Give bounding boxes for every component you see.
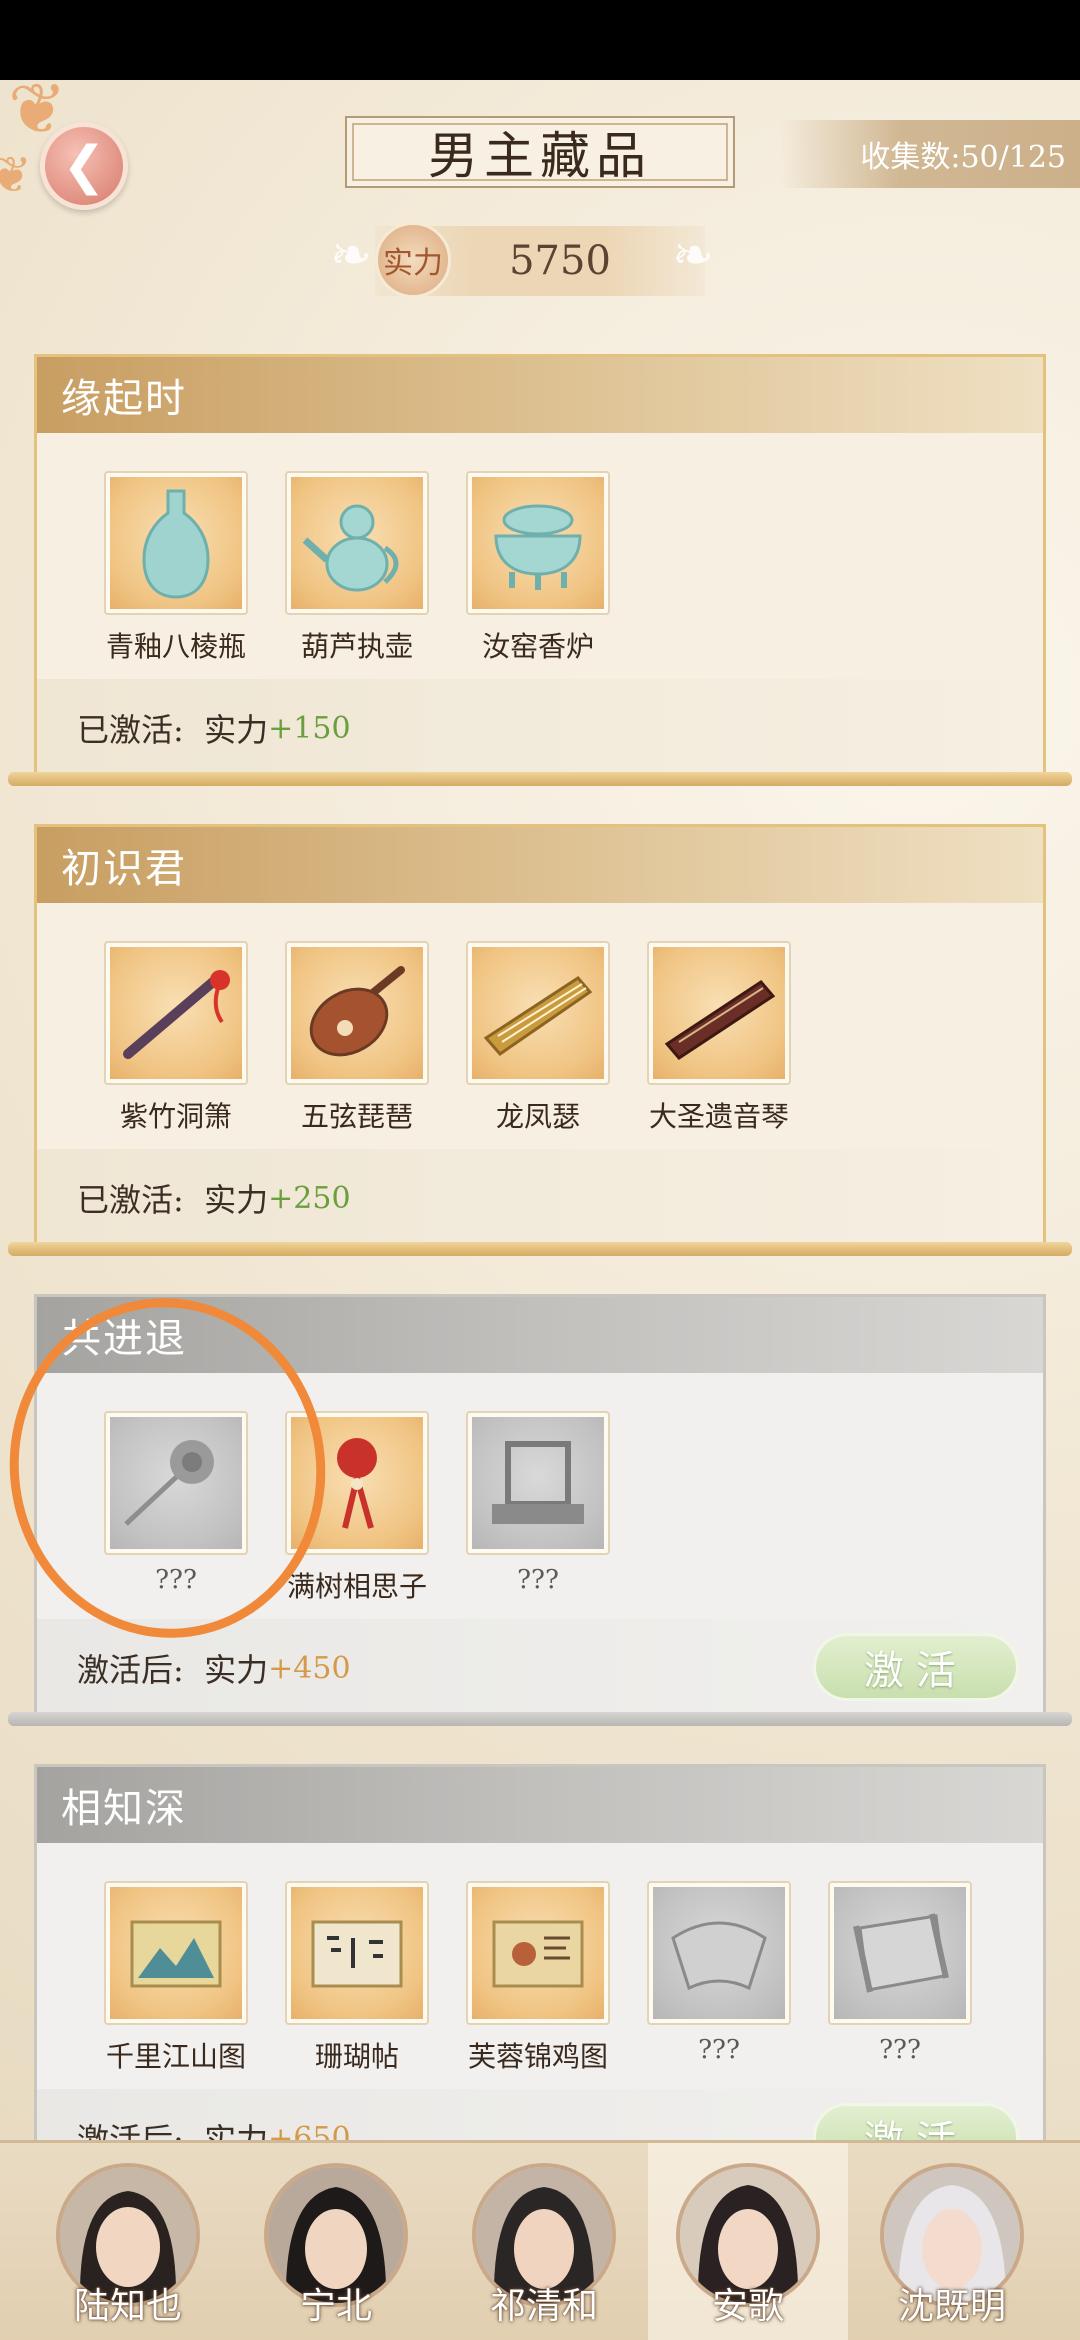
pipa-icon bbox=[309, 966, 405, 1057]
vase-icon bbox=[142, 489, 210, 599]
section-items: 千里江山图 珊瑚帖 芙蓉锦鸡图 ??? ??? bbox=[37, 1843, 1043, 2089]
power-bonus: +650 bbox=[268, 2120, 351, 2141]
page-title: 男主藏品 bbox=[345, 116, 735, 188]
section-card: 初识君 紫竹洞箫 五弦琵琶 龙凤瑟 大圣遗音琴 已激活: 实力 +250 bbox=[34, 824, 1046, 1250]
status-bar bbox=[0, 0, 1080, 80]
section-footer: 已激活: 实力 +250 bbox=[37, 1149, 1043, 1247]
header: ❮ 男主藏品 收集数:50/125 ❧ 实力 5750 ❧ bbox=[0, 80, 1080, 340]
card-base bbox=[8, 1242, 1072, 1256]
section-footer: 已激活: 实力 +150 bbox=[37, 679, 1043, 777]
collection-item[interactable]: ??? bbox=[644, 1881, 794, 2065]
section-items: 紫竹洞箫 五弦琵琶 龙凤瑟 大圣遗音琴 bbox=[37, 903, 1043, 1149]
painting-scroll-icon bbox=[492, 1920, 584, 1988]
collection-item[interactable]: 满树相思子 bbox=[282, 1411, 432, 1605]
collection-item[interactable]: 青釉八棱瓶 bbox=[101, 471, 251, 665]
flute-icon bbox=[123, 970, 230, 1059]
section-card: 缘起时 青釉八棱瓶 葫芦执壶 汝窑香炉 已激活: 实力 +150 bbox=[34, 354, 1046, 780]
section-items: 青釉八棱瓶 葫芦执壶 汝窑香炉 bbox=[37, 433, 1043, 679]
collection-item[interactable]: 紫竹洞箫 bbox=[101, 941, 251, 1135]
section-title: 缘起时 bbox=[37, 357, 1043, 433]
scroll-icon bbox=[853, 1913, 949, 1993]
teapot-icon bbox=[302, 504, 399, 592]
calligraphy-scroll-icon bbox=[311, 1920, 403, 1988]
collection-item[interactable]: 葫芦执壶 bbox=[282, 471, 432, 665]
butterfly-icon: ❧ bbox=[330, 226, 372, 284]
collection-item[interactable]: 千里江山图 bbox=[101, 1881, 251, 2075]
collection-item[interactable]: ??? bbox=[463, 1411, 613, 1595]
collection-item[interactable]: 汝窑香炉 bbox=[463, 471, 613, 665]
character-tab[interactable]: 安歌 bbox=[648, 2143, 848, 2340]
character-tab[interactable]: 宁北 bbox=[236, 2143, 436, 2340]
character-tab[interactable]: 陆知也 bbox=[28, 2143, 228, 2340]
incense-burner-icon bbox=[494, 504, 582, 590]
collection-item[interactable]: ??? bbox=[101, 1411, 251, 1595]
stand-icon bbox=[492, 1441, 584, 1524]
character-tab-bar: 陆知也 宁北 祁清和 安歌 沈既明 bbox=[0, 2140, 1080, 2340]
butterfly-icon: ❧ bbox=[672, 226, 714, 284]
character-tab[interactable]: 沈既明 bbox=[852, 2143, 1052, 2340]
section-items: ??? 满树相思子 ??? bbox=[37, 1373, 1043, 1619]
collection-item[interactable]: 大圣遗音琴 bbox=[644, 941, 794, 1135]
power-badge: 实力 bbox=[375, 222, 451, 298]
back-button[interactable]: ❮ bbox=[40, 122, 128, 210]
fan-painting-icon bbox=[671, 1921, 767, 1991]
section-title: 初识君 bbox=[37, 827, 1043, 903]
guqin-icon bbox=[664, 980, 776, 1060]
section-card: 共进退 ??? 满树相思子 ??? 激活后: 实力 +450 激活 bbox=[34, 1294, 1046, 1720]
section-card: 相知深 千里江山图 珊瑚帖 芙蓉锦鸡图 ??? ??? 激活后: 实力 +650 bbox=[34, 1764, 1046, 2140]
power-value: 5750 bbox=[509, 238, 611, 284]
hairpin-icon bbox=[124, 1440, 214, 1526]
collection-item[interactable]: 五弦琵琶 bbox=[282, 941, 432, 1135]
card-base bbox=[8, 772, 1072, 786]
card-base bbox=[8, 1712, 1072, 1726]
section-footer: 激活后: 实力+650 激活 bbox=[37, 2089, 1043, 2140]
collection-list[interactable]: 缘起时 青釉八棱瓶 葫芦执壶 汝窑香炉 已激活: 实力 +150 初识君 紫竹洞… bbox=[0, 340, 1080, 2140]
section-title: 共进退 bbox=[37, 1297, 1043, 1373]
power-bonus: +250 bbox=[268, 1180, 351, 1216]
collection-item[interactable]: 芙蓉锦鸡图 bbox=[463, 1881, 613, 2075]
collection-count: 收集数:50/125 bbox=[780, 120, 1080, 188]
collection-item[interactable]: 珊瑚帖 bbox=[282, 1881, 432, 2075]
red-bead-charm-icon bbox=[337, 1438, 377, 1529]
activate-button[interactable]: 激活 bbox=[813, 1633, 1019, 1701]
power-bonus: +450 bbox=[268, 1650, 351, 1686]
section-footer: 激活后: 实力 +450 激活 bbox=[37, 1619, 1043, 1717]
activate-button[interactable]: 激活 bbox=[813, 2103, 1019, 2140]
power-bonus: +150 bbox=[268, 710, 351, 746]
se-zither-icon bbox=[483, 976, 593, 1056]
collection-item[interactable]: ??? bbox=[825, 1881, 975, 2065]
collection-item[interactable]: 龙凤瑟 bbox=[463, 941, 613, 1135]
power-display: 实力 5750 bbox=[375, 222, 705, 298]
landscape-scroll-icon bbox=[130, 1920, 222, 1988]
back-arrow-icon: ❮ bbox=[62, 136, 106, 196]
section-title: 相知深 bbox=[37, 1767, 1043, 1843]
character-tab[interactable]: 祁清和 bbox=[444, 2143, 644, 2340]
